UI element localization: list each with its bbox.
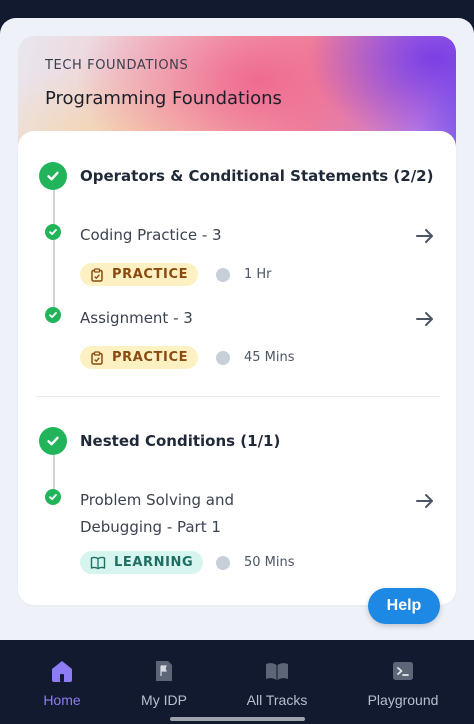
arrow-right-icon[interactable] [414, 490, 436, 512]
course-content-card: Operators & Conditional Statements (2/2)… [18, 131, 456, 605]
badge-label: PRACTICE [112, 267, 189, 282]
duration-text: 1 Hr [244, 267, 272, 282]
badge-label: LEARNING [114, 555, 194, 570]
bottom-navigation: Home My IDP All Tracks Playground [0, 640, 474, 724]
clipboard-icon [91, 350, 103, 365]
terminal-icon [393, 662, 413, 680]
clock-icon [216, 267, 230, 282]
home-indicator[interactable] [170, 717, 305, 721]
duration: 1 Hr [216, 267, 272, 282]
nav-item-label: My IDP [141, 692, 187, 708]
nav-item-playground[interactable]: Playground [362, 658, 444, 708]
timeline-line [53, 189, 55, 319]
lesson-title-line: Debugging - Part 1 [80, 518, 221, 536]
item-complete-check-icon [45, 224, 61, 240]
lesson-title-line: Problem Solving and [80, 491, 235, 509]
duration: 45 Mins [216, 350, 295, 365]
section-divider [36, 396, 440, 397]
nav-item-home[interactable]: Home [36, 658, 88, 708]
clock-icon [216, 350, 230, 365]
nav-item-label: All Tracks [246, 692, 308, 708]
nav-item-all-tracks[interactable]: All Tracks [238, 658, 316, 708]
open-book-icon [266, 663, 288, 680]
practice-badge: PRACTICE [80, 263, 199, 286]
section-title[interactable]: Nested Conditions (1/1) [80, 432, 280, 450]
duration: 50 Mins [216, 555, 295, 570]
duration-text: 45 Mins [244, 350, 295, 365]
lesson-title[interactable]: Coding Practice - 3 [80, 222, 222, 249]
clipboard-icon [91, 267, 103, 282]
book-icon [90, 556, 106, 569]
flag-doc-icon [156, 661, 172, 681]
duration-text: 50 Mins [244, 555, 295, 570]
arrow-right-icon[interactable] [414, 308, 436, 330]
lesson-title[interactable]: Problem Solving and Debugging - Part 1 [80, 487, 234, 541]
course-category: TECH FOUNDATIONS [45, 58, 189, 73]
course-title: Programming Foundations [45, 88, 282, 109]
arrow-right-icon[interactable] [414, 225, 436, 247]
badge-label: PRACTICE [112, 350, 189, 365]
nav-item-label: Playground [367, 692, 439, 708]
home-icon [52, 661, 72, 682]
item-complete-check-icon [45, 307, 61, 323]
nav-item-my-idp[interactable]: My IDP [134, 658, 194, 708]
learning-badge: LEARNING [80, 551, 204, 574]
help-button[interactable]: Help [368, 588, 440, 624]
lesson-title[interactable]: Assignment - 3 [80, 305, 193, 332]
clock-icon [216, 555, 230, 570]
practice-badge: PRACTICE [80, 346, 199, 369]
section-complete-check-icon [39, 427, 67, 455]
section-complete-check-icon [39, 162, 67, 190]
section-title[interactable]: Operators & Conditional Statements (2/2) [80, 167, 433, 185]
item-complete-check-icon [45, 489, 61, 505]
nav-item-label: Home [43, 692, 81, 708]
